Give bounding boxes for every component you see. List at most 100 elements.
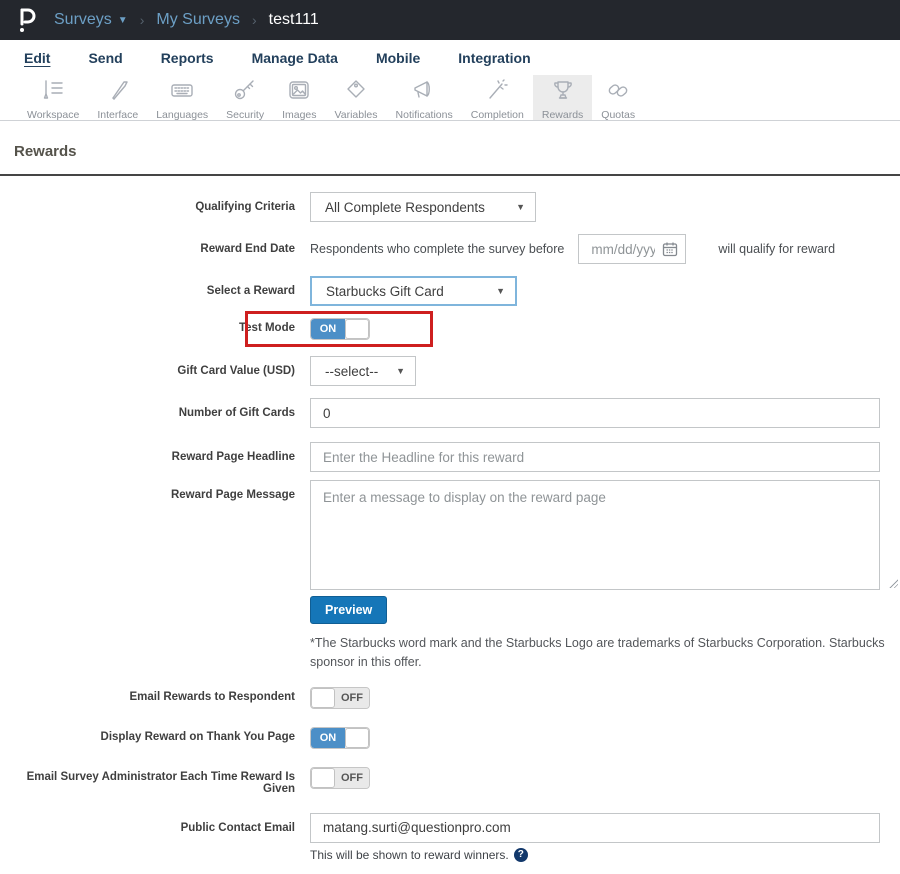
contact-email-input[interactable] xyxy=(310,812,880,843)
breadcrumb-my-surveys[interactable]: My Surveys xyxy=(156,11,240,29)
tab-mobile[interactable]: Mobile xyxy=(376,50,420,66)
help-question-icon[interactable]: ? xyxy=(513,847,528,862)
questionpro-logo-icon[interactable] xyxy=(14,7,40,33)
toggle-off-state: OFF xyxy=(335,687,369,708)
interface-icon xyxy=(105,78,131,107)
tab-integration[interactable]: Integration xyxy=(458,50,530,66)
email-rewards-row: Email Rewards to Respondent OFF xyxy=(0,686,900,709)
reward-end-date-row: Reward End Date Respondents who complete… xyxy=(0,234,900,264)
select-reward-select[interactable]: Starbucks Gift Card ▼ xyxy=(310,276,517,306)
languages-icon xyxy=(169,78,195,107)
toolbar-item-label: Images xyxy=(282,109,317,121)
toolbar-item-label: Interface xyxy=(97,109,139,121)
disclaimer-row: *The Starbucks word mark and the Starbuc… xyxy=(0,634,900,673)
breadcrumb-separator: › xyxy=(139,12,145,28)
resize-handle-icon[interactable] xyxy=(888,578,898,588)
breadcrumb-separator: › xyxy=(251,12,257,28)
variables-icon xyxy=(343,78,369,107)
message-label: Reward Page Message xyxy=(170,489,295,501)
top-bar: Surveys ▼ › My Surveys › test111 xyxy=(0,0,900,40)
qualifying-criteria-select[interactable]: All Complete Respondents ▼ xyxy=(310,192,536,222)
breadcrumb-survey-name: test111 xyxy=(268,11,319,28)
toolbar-item-security[interactable]: Security xyxy=(217,75,273,121)
display-reward-label: Display Reward on Thank You Page xyxy=(100,730,295,743)
toolbar-item-completion[interactable]: Completion xyxy=(462,75,533,121)
toolbar-item-label: Rewards xyxy=(541,109,584,121)
contact-email-label: Public Contact Email xyxy=(180,821,295,834)
qualifying-criteria-row: Qualifying Criteria All Complete Respond… xyxy=(0,192,900,222)
toolbar-item-label: Languages xyxy=(156,109,209,121)
images-icon xyxy=(286,78,312,107)
page-title: Rewards xyxy=(14,143,77,160)
num-gift-cards-label: Number of Gift Cards xyxy=(178,407,295,419)
select-reward-label: Select a Reward xyxy=(206,285,295,297)
test-mode-toggle[interactable]: ON xyxy=(310,318,370,340)
select-reward-row: Select a Reward Starbucks Gift Card ▼ xyxy=(0,276,900,306)
email-admin-toggle[interactable]: OFF xyxy=(310,766,370,789)
select-arrow-icon: ▼ xyxy=(396,366,405,376)
headline-input[interactable] xyxy=(310,442,880,472)
toggle-knob xyxy=(345,727,369,748)
qualifying-criteria-label: Qualifying Criteria xyxy=(195,201,295,213)
num-gift-cards-row: Number of Gift Cards xyxy=(0,398,900,428)
toolbar-item-languages[interactable]: Languages xyxy=(147,75,217,121)
toggle-knob xyxy=(311,687,335,708)
tab-manage-data[interactable]: Manage Data xyxy=(252,50,338,66)
tab-edit[interactable]: Edit xyxy=(24,50,50,66)
message-textarea[interactable] xyxy=(310,480,880,590)
gift-card-value-label: Gift Card Value (USD) xyxy=(177,365,295,377)
headline-row: Reward Page Headline xyxy=(0,442,900,472)
qualifying-criteria-value: All Complete Respondents xyxy=(325,199,485,215)
rewards-form: Qualifying Criteria All Complete Respond… xyxy=(0,176,900,874)
toggle-on-state: ON xyxy=(311,319,345,339)
email-rewards-toggle[interactable]: OFF xyxy=(310,686,370,709)
select-arrow-icon: ▼ xyxy=(496,286,505,296)
rewards-trophy-icon xyxy=(550,78,576,107)
toolbar-item-images[interactable]: Images xyxy=(273,75,325,121)
quotas-icon xyxy=(605,78,631,107)
toolbar-item-label: Notifications xyxy=(395,109,453,121)
toolbar-item-quotas[interactable]: Quotas xyxy=(592,75,644,121)
display-reward-toggle[interactable]: ON xyxy=(310,726,370,749)
starbucks-disclaimer-text: *The Starbucks word mark and the Starbuc… xyxy=(310,634,885,673)
toolbar-item-label: Security xyxy=(226,109,265,121)
toolbar-item-rewards[interactable]: Rewards xyxy=(532,75,593,121)
contact-email-help-text: This will be shown to reward winners. xyxy=(310,847,509,862)
tab-reports[interactable]: Reports xyxy=(161,50,214,66)
toolbar-item-workspace[interactable]: Workspace xyxy=(18,75,88,121)
end-date-prefix-text: Respondents who complete the survey befo… xyxy=(310,242,565,256)
toggle-off-state: OFF xyxy=(335,767,369,788)
completion-icon xyxy=(484,78,510,107)
gift-card-value-row: Gift Card Value (USD) --select-- ▼ xyxy=(0,356,900,386)
notifications-icon xyxy=(411,78,437,107)
num-gift-cards-input[interactable] xyxy=(310,398,880,428)
breadcrumb-surveys[interactable]: Surveys xyxy=(54,11,112,29)
gift-card-value-value: --select-- xyxy=(325,363,379,379)
toolbar-item-notifications[interactable]: Notifications xyxy=(387,75,462,121)
toggle-knob xyxy=(345,319,369,339)
reward-end-date-label: Reward End Date xyxy=(200,243,295,255)
email-admin-row: Email Survey Administrator Each Time Rew… xyxy=(0,766,900,795)
preview-button[interactable]: Preview xyxy=(310,596,388,624)
toggle-knob xyxy=(311,767,335,788)
test-mode-row: Test Mode ON xyxy=(0,311,900,347)
end-date-suffix-text: will qualify for reward xyxy=(718,242,836,256)
select-arrow-icon: ▼ xyxy=(516,202,525,212)
chevron-down-icon[interactable]: ▼ xyxy=(118,15,128,26)
email-rewards-label: Email Rewards to Respondent xyxy=(129,690,295,703)
toolbar-item-interface[interactable]: Interface xyxy=(88,75,147,121)
main-tab-nav: Edit Send Reports Manage Data Mobile Int… xyxy=(0,40,900,75)
disclaimer-line-2: sponsor in this offer. xyxy=(310,655,422,670)
toolbar-item-variables[interactable]: Variables xyxy=(326,75,387,121)
headline-label: Reward Page Headline xyxy=(171,451,295,463)
calendar-icon[interactable] xyxy=(662,241,678,257)
display-reward-row: Display Reward on Thank You Page ON xyxy=(0,726,900,749)
tab-send[interactable]: Send xyxy=(88,50,122,66)
toggle-on-state: ON xyxy=(311,727,345,748)
message-row: Reward Page Message xyxy=(0,480,900,590)
toolbar-item-label: Completion xyxy=(470,109,524,121)
settings-icon-toolbar: Workspace Interface Languages Security I… xyxy=(0,75,900,121)
contact-email-row: Public Contact Email This will be shown … xyxy=(0,812,900,862)
gift-card-value-select[interactable]: --select-- ▼ xyxy=(310,356,416,386)
preview-row: Preview xyxy=(0,596,900,624)
